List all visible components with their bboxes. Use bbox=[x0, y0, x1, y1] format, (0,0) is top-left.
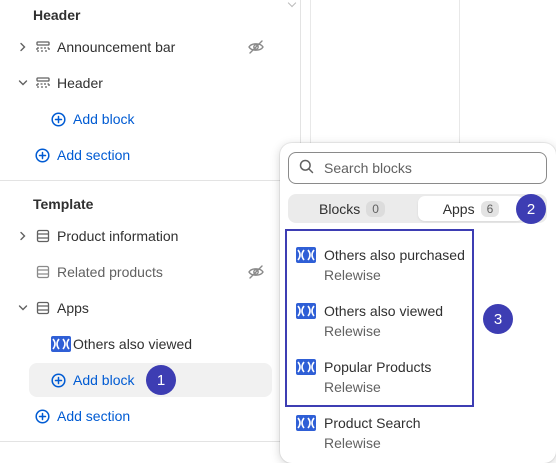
header-section-title: Header bbox=[33, 7, 81, 23]
sidebar-item-announcement-bar[interactable]: Announcement bar bbox=[0, 30, 300, 64]
section-layout-icon bbox=[35, 300, 51, 316]
section-layout-icon bbox=[35, 264, 51, 280]
chevron-down-icon[interactable] bbox=[17, 302, 29, 314]
search-input[interactable] bbox=[322, 159, 522, 177]
chevron-right-icon[interactable] bbox=[17, 230, 29, 242]
template-section-title: Template bbox=[33, 196, 94, 212]
tab-label: Apps bbox=[442, 200, 475, 217]
column-divider bbox=[459, 0, 460, 150]
annotation-highlight-box bbox=[285, 229, 474, 407]
relewise-app-icon bbox=[51, 336, 71, 352]
plus-circle-icon bbox=[35, 147, 50, 163]
sidebar-item-others-also-viewed[interactable]: Others also viewed bbox=[0, 327, 300, 361]
sidebar-item-label: Header bbox=[57, 75, 103, 91]
sidebar-item-product-information[interactable]: Product information bbox=[0, 219, 300, 253]
annotation-badge-1: 1 bbox=[146, 365, 176, 395]
plus-circle-icon bbox=[35, 408, 50, 424]
sidebar-item-label: Others also viewed bbox=[73, 336, 193, 352]
chevron-down-icon[interactable] bbox=[17, 77, 29, 89]
column-divider bbox=[310, 0, 311, 150]
section-layout-icon bbox=[35, 228, 51, 244]
tab-blocks[interactable]: Blocks 0 bbox=[290, 196, 414, 221]
sidebar-item-label: Related products bbox=[57, 264, 163, 280]
app-block-vendor: Relewise bbox=[324, 435, 381, 451]
eye-slash-icon[interactable] bbox=[247, 263, 265, 281]
annotation-badge-2: 2 bbox=[516, 194, 546, 224]
eye-slash-icon[interactable] bbox=[247, 38, 265, 56]
add-block-label: Add block bbox=[73, 111, 135, 127]
sidebar-item-related-products[interactable]: Related products bbox=[0, 255, 300, 289]
sidebar-item-label: Product information bbox=[57, 228, 179, 244]
tab-count-badge: 0 bbox=[366, 200, 385, 217]
relewise-app-icon bbox=[296, 415, 316, 431]
section-divider bbox=[0, 180, 300, 181]
add-section-label: Add section bbox=[57, 408, 131, 424]
search-icon bbox=[299, 159, 314, 177]
search-blocks-field[interactable] bbox=[288, 152, 547, 184]
sidebar-item-label: Announcement bar bbox=[57, 39, 176, 55]
section-divider bbox=[0, 441, 300, 442]
annotation-badge-3: 3 bbox=[483, 304, 513, 334]
app-block-item[interactable]: Product Search Relewise bbox=[296, 413, 496, 459]
sidebar-item-apps[interactable]: Apps bbox=[0, 291, 300, 325]
chevron-right-icon[interactable] bbox=[17, 41, 29, 53]
header-add-section-button[interactable]: Add section bbox=[35, 147, 130, 163]
tab-count-badge: 6 bbox=[480, 200, 500, 217]
tab-label: Blocks bbox=[319, 200, 361, 217]
add-block-label: Add block bbox=[73, 372, 135, 388]
sidebar-item-label: Apps bbox=[57, 300, 89, 316]
section-layout-icon bbox=[35, 75, 51, 91]
template-add-section-button[interactable]: Add section bbox=[35, 408, 130, 424]
app-block-name: Product Search bbox=[324, 415, 421, 431]
section-layout-icon bbox=[35, 39, 51, 55]
add-section-label: Add section bbox=[57, 147, 131, 163]
apps-add-block-button[interactable]: Add block bbox=[51, 372, 134, 388]
plus-circle-icon bbox=[51, 111, 66, 127]
header-add-block-button[interactable]: Add block bbox=[51, 111, 134, 127]
sidebar-item-header[interactable]: Header bbox=[0, 66, 300, 100]
plus-circle-icon bbox=[51, 372, 66, 388]
tab-apps[interactable]: Apps 6 bbox=[418, 196, 524, 221]
block-tabs: Blocks 0 Apps 6 bbox=[288, 194, 547, 223]
